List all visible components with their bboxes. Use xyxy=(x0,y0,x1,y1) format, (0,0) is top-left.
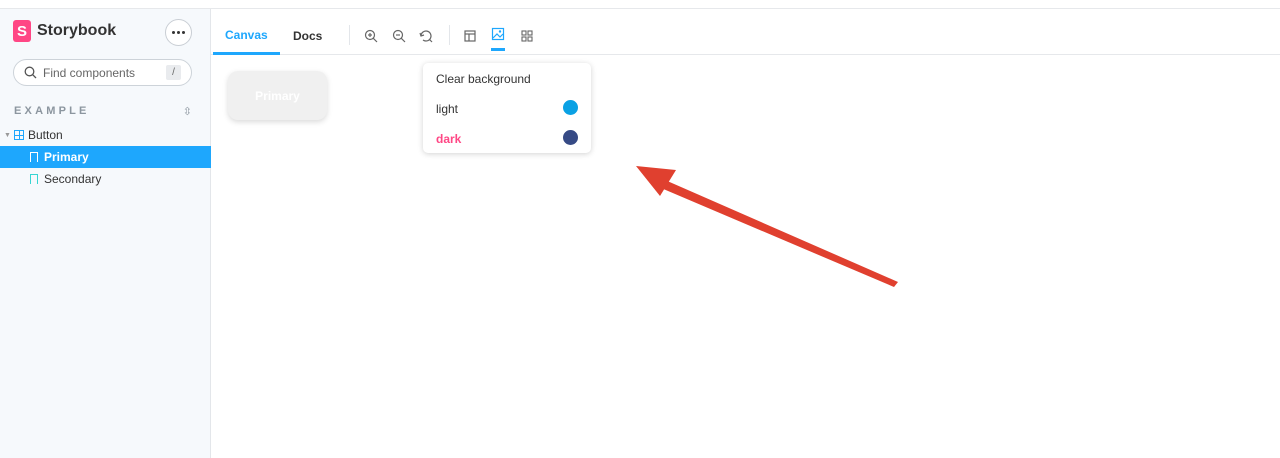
dark-swatch-icon xyxy=(563,130,578,145)
zoom-reset-icon[interactable] xyxy=(419,29,433,43)
tab-docs[interactable]: Docs xyxy=(281,17,334,55)
zoom-out-icon[interactable] xyxy=(392,29,406,43)
tree-item-secondary[interactable]: Secondary xyxy=(0,168,211,190)
grid-icon[interactable] xyxy=(520,29,534,43)
tab-canvas[interactable]: Canvas xyxy=(213,17,280,55)
search-icon xyxy=(24,66,37,79)
backgrounds-menu: Clear background light dark xyxy=(423,63,591,153)
search-shortcut-badge: / xyxy=(166,65,181,80)
section-label: EXAMPLE xyxy=(14,105,90,117)
viewport-icon[interactable] xyxy=(463,29,477,43)
clear-background-option[interactable]: Clear background xyxy=(436,72,531,86)
zoom-in-icon[interactable] xyxy=(364,29,378,43)
toolbar-divider xyxy=(349,25,350,45)
brand-name: Storybook xyxy=(37,22,117,39)
more-menu-button[interactable] xyxy=(165,19,192,46)
tree-item-label: Button xyxy=(28,128,63,142)
search-input[interactable] xyxy=(43,65,163,80)
tree-item-label: Secondary xyxy=(44,172,102,186)
annotation-arrow-icon xyxy=(636,166,898,287)
light-swatch-icon xyxy=(563,100,578,115)
dot-icon xyxy=(182,31,185,34)
bookmark-icon xyxy=(30,174,38,184)
backgrounds-tool-button[interactable] xyxy=(491,27,505,51)
tree-item-primary[interactable]: Primary xyxy=(0,146,211,168)
search-box: / xyxy=(13,59,192,86)
brand[interactable]: S Storybook xyxy=(13,20,116,42)
collapse-all-icon[interactable]: ⇳ xyxy=(183,105,192,118)
toolbar-divider xyxy=(449,25,450,45)
component-tree: ▼ Button Primary Secondary xyxy=(0,124,211,190)
top-strip xyxy=(0,0,1280,9)
storybook-logo-icon: S xyxy=(13,20,31,42)
component-icon xyxy=(14,130,24,140)
toolbar: Canvas Docs xyxy=(211,17,1280,55)
background-option-dark[interactable]: dark xyxy=(436,132,461,146)
preview-primary-button[interactable]: Primary xyxy=(228,71,327,120)
dot-icon xyxy=(172,31,175,34)
bookmark-icon xyxy=(30,152,38,162)
background-option-light[interactable]: light xyxy=(436,102,458,116)
tree-item-button[interactable]: ▼ Button xyxy=(0,124,211,146)
caret-down-icon: ▼ xyxy=(4,131,11,139)
tree-item-label: Primary xyxy=(44,150,89,164)
image-icon xyxy=(491,27,505,41)
dot-icon xyxy=(177,31,180,34)
section-header: EXAMPLE ⇳ xyxy=(14,104,192,118)
